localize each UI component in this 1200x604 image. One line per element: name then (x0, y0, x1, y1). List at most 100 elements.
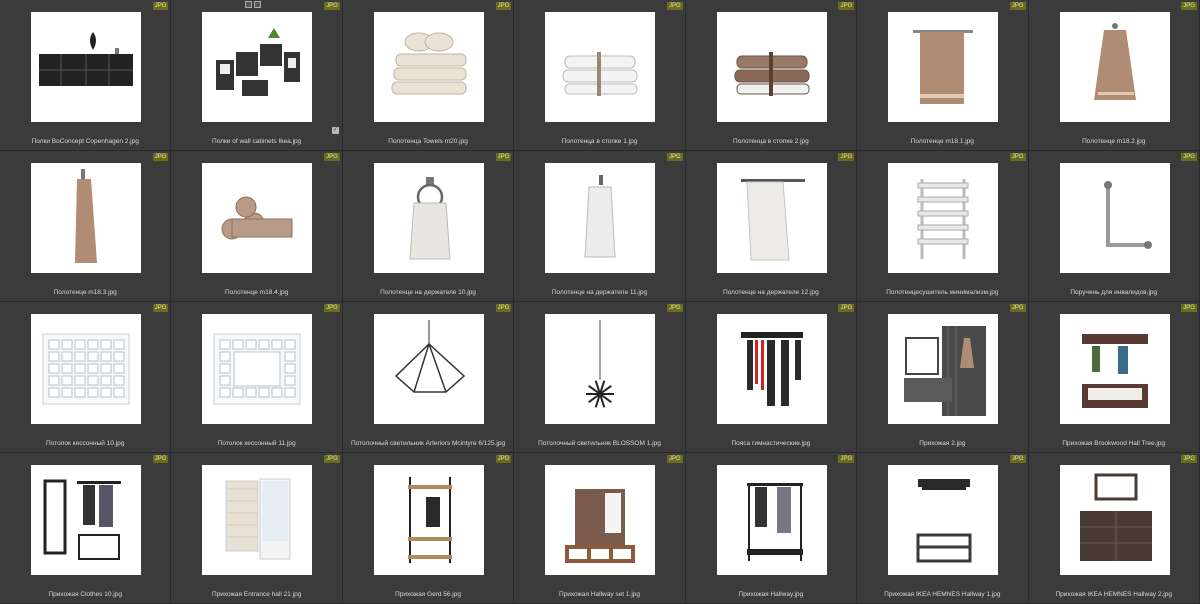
file-name-label: Прихожая Hallway.jpg (738, 591, 804, 598)
thumbnail-tile[interactable]: JPG Полотенцесушитель минимализм.jpg (857, 151, 1029, 302)
thumbnail-tile[interactable]: JPG Поручень для инвалидов.jpg (1028, 151, 1200, 302)
thumbnail-tile[interactable]: JPG Полотенца в стопке 2.jpg (685, 0, 858, 151)
file-type-badge: JPG (324, 2, 340, 10)
wall-shelf-icon[interactable] (31, 12, 141, 122)
file-type-badge: JPG (667, 2, 683, 10)
file-name-label: Прихожая IKEA HEMNES Hallway 1.jpg (884, 591, 1001, 598)
towel-stack-icon[interactable] (373, 12, 484, 122)
file-name-label: Полотенца в стопке 1.jpg (561, 138, 638, 145)
file-type-badge: JPG (838, 2, 855, 10)
hallway-clothes-icon[interactable] (31, 465, 141, 575)
file-type-badge: JPG (324, 304, 340, 312)
thumbnail-tile[interactable]: JPG Полотенце m18.3.jpg (0, 151, 172, 302)
file-name-label: Полотенцесушитель минимализм.jpg (886, 289, 999, 296)
thumbnail-tile[interactable]: JPG Потолок кессонный 11.jpg (171, 302, 343, 453)
hat-shelf-bench-icon[interactable] (888, 465, 999, 575)
hanging-towel-icon[interactable] (1059, 12, 1170, 122)
file-name-label: Полки BoConcept Copenhagen 2.jpg (31, 138, 139, 145)
file-type-badge: JPG (838, 455, 855, 463)
file-name-label: Полотенца в стопке 2.jpg (733, 138, 809, 145)
towel-dryer-icon[interactable] (888, 163, 999, 273)
thumbnail-tile[interactable]: JPG Потолок кессонный 10.jpg (0, 302, 172, 453)
towel-bar-icon[interactable] (888, 12, 999, 122)
hall-tree-icon[interactable] (1059, 314, 1170, 424)
thumbnail-tile[interactable]: JPG Потолочный светильник Arteriors Mcint… (342, 302, 515, 453)
towel-stack-brown-icon[interactable] (716, 12, 827, 122)
file-type-badge: JPG (495, 455, 512, 463)
checkbox-icon[interactable]: ✓ (331, 127, 339, 134)
towel-ring-icon[interactable] (373, 163, 484, 273)
coffered-ceiling-icon[interactable] (31, 314, 141, 424)
file-name-label: Полотенце m18.2.jpg (1082, 138, 1146, 145)
file-type-badge: JPG (324, 153, 340, 161)
gym-belts-icon[interactable] (716, 314, 827, 424)
file-type-badge: JPG (838, 153, 855, 161)
file-name-label: Прихожая Clothes 10.jpg (48, 591, 122, 598)
towel-stack-white-icon[interactable] (545, 12, 656, 122)
chandelier-icon[interactable] (373, 314, 484, 424)
thumbnail-tile[interactable]: JPG Прихожая Hallway set 1.jpg (514, 453, 686, 604)
hallway-set-icon[interactable] (888, 314, 999, 424)
thumbnail-tile[interactable]: JPG Прихожая Brookwood Hall Tree.jpg (1028, 302, 1200, 453)
file-name-label: Полотенца Towels m20.jpg (388, 138, 468, 145)
thumbnail-tile[interactable]: JPG Прихожая Gerd 56.jpg (342, 453, 515, 604)
clothes-rack-icon[interactable] (716, 465, 827, 575)
file-type-badge: JPG (495, 304, 512, 312)
hanging-towel-long-icon[interactable] (31, 163, 141, 273)
rolled-towels-icon[interactable] (202, 163, 313, 273)
coat-stand-icon[interactable] (373, 465, 484, 575)
pendant-lamp-icon[interactable] (545, 314, 656, 424)
grab-bar-icon[interactable] (1059, 163, 1170, 273)
file-name-label: Прихожая IKEA HEMNES Hallway 2.jpg (1055, 591, 1172, 598)
thumbnail-tile[interactable]: JPG Полотенце на держателе 11.jpg (514, 151, 686, 302)
thumbnail-tile[interactable]: JPG Полотенца Towels m20.jpg (342, 0, 515, 151)
thumbnail-tile[interactable]: JPG Потолочный светильник BLOSSOM 1.jpg (514, 302, 686, 453)
file-type-badge: JPG (152, 455, 169, 463)
thumbnail-tile[interactable]: JPG Прихожая IKEA HEMNES Hallway 2.jpg (1028, 453, 1200, 604)
file-name-label: Прихожая 2.jpg (919, 440, 966, 447)
file-type-badge: JPG (667, 304, 683, 312)
file-name-label: Полотенце на держателе 12.jpg (723, 289, 819, 296)
file-type-badge: JPG (1181, 2, 1197, 10)
thumbnail-tile[interactable]: JPG Прихожая Clothes 10.jpg (0, 453, 172, 604)
thumbnail-tile[interactable]: JPG Прихожая Entrance hall 21.jpg (171, 453, 343, 604)
file-type-badge: JPG (152, 153, 169, 161)
file-type-badge: JPG (152, 304, 169, 312)
shoe-cabinet-mirror-icon[interactable] (1059, 465, 1170, 575)
hallway-bench-icon[interactable] (545, 465, 656, 575)
thumbnail-tile[interactable]: JPG Полотенца в стопке 1.jpg (514, 0, 686, 151)
thumbnail-tile[interactable]: JPG Полотенце m18.1.jpg (857, 0, 1029, 151)
thumbnail-grid: JPG Полки BoConcept Copenhagen 2.jpg JPG ✓ П… (0, 0, 1200, 604)
file-type-badge: JPG (1009, 153, 1026, 161)
thumbnail-tile[interactable]: JPG Полотенце m18.4.jpg (171, 151, 343, 302)
thumbnail-tile[interactable]: JPG Пояса гимнастические.jpg (685, 302, 858, 453)
thumbnail-tile[interactable]: JPG Полотенце на держателе 10.jpg (342, 151, 515, 302)
thumbnail-tile[interactable]: JPG Полотенце на держателе 12.jpg (685, 151, 858, 302)
file-name-label: Полки of wall cabinets Ikea.jpg (212, 138, 302, 145)
entrance-hall-icon[interactable] (202, 465, 313, 575)
towel-hook-icon[interactable] (545, 163, 656, 273)
file-name-label: Поручень для инвалидов.jpg (1070, 289, 1158, 296)
thumbnail-tile[interactable]: JPG Полки BoConcept Copenhagen 2.jpg (0, 0, 172, 151)
file-type-badge: JPG (1181, 304, 1197, 312)
thumbnail-tile[interactable]: JPG Полотенце m18.2.jpg (1028, 0, 1200, 151)
file-name-label: Полотенце на держателе 11.jpg (551, 289, 648, 296)
file-type-badge: JPG (667, 153, 683, 161)
file-name-label: Прихожая Entrance hall 21.jpg (211, 591, 302, 598)
thumbnail-tile[interactable]: JPG Прихожая Hallway.jpg (685, 453, 858, 604)
file-type-badge: JPG (838, 304, 855, 312)
thumbnail-tile[interactable]: JPG ✓ Полки of wall cabinets Ikea.jpg (171, 0, 343, 151)
edit-icon[interactable] (254, 1, 262, 8)
thumbnail-tile[interactable]: JPG Прихожая IKEA HEMNES Hallway 1.jpg (857, 453, 1029, 604)
towel-rail-icon[interactable] (716, 163, 827, 273)
file-name-label: Полотенце m18.4.jpg (225, 289, 289, 296)
file-name-label: Прихожая Gerd 56.jpg (395, 591, 461, 598)
square-icon[interactable] (245, 1, 253, 8)
wall-cabinets-icon[interactable] (202, 12, 313, 122)
file-type-badge: JPG (495, 2, 512, 10)
file-name-label: Полотенце m18.3.jpg (53, 289, 117, 296)
thumbnail-tile[interactable]: JPG Прихожая 2.jpg (857, 302, 1029, 453)
file-name-label: Пояса гимнастические.jpg (731, 440, 811, 447)
coffered-ceiling-frame-icon[interactable] (202, 314, 313, 424)
file-type-badge: JPG (1009, 304, 1026, 312)
